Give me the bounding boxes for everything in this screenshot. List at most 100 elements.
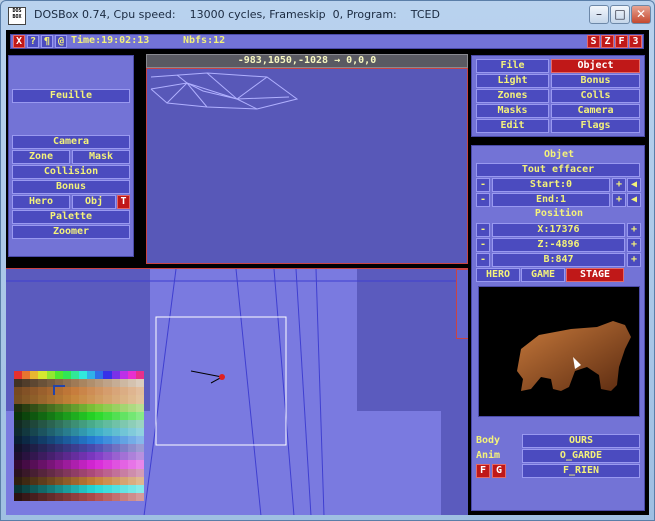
palette-swatch[interactable] xyxy=(22,460,31,469)
palette-swatch[interactable] xyxy=(119,468,128,477)
palette-swatch[interactable] xyxy=(95,468,104,477)
zoomer-button[interactable]: Zoomer xyxy=(12,225,130,239)
palette-swatch[interactable] xyxy=(38,492,47,501)
palette-swatch[interactable] xyxy=(38,379,47,388)
palette-swatch[interactable] xyxy=(111,371,120,380)
palette-swatch[interactable] xyxy=(135,419,144,428)
palette-swatch[interactable] xyxy=(87,427,96,436)
palette-swatch[interactable] xyxy=(119,444,128,453)
palette-swatch[interactable] xyxy=(70,444,79,453)
camera-button[interactable]: Camera xyxy=(12,135,130,149)
palette-swatch[interactable] xyxy=(62,403,71,412)
palette-swatch[interactable] xyxy=(30,411,39,420)
maximize-icon[interactable]: □ xyxy=(610,5,630,24)
palette-swatch[interactable] xyxy=(111,395,120,404)
palette-swatch[interactable] xyxy=(87,476,96,485)
palette-swatch[interactable] xyxy=(119,427,128,436)
palette-swatch[interactable] xyxy=(95,427,104,436)
palette-swatch[interactable] xyxy=(95,444,104,453)
palette-swatch[interactable] xyxy=(38,387,47,396)
palette-swatch[interactable] xyxy=(62,387,71,396)
f-button[interactable]: F xyxy=(615,35,628,48)
palette-swatch[interactable] xyxy=(103,460,112,469)
palette-swatch[interactable] xyxy=(70,371,79,380)
palette-swatch[interactable] xyxy=(54,371,63,380)
palette-swatch[interactable] xyxy=(87,379,96,388)
palette-swatch[interactable] xyxy=(103,403,112,412)
palette-swatch[interactable] xyxy=(79,419,88,428)
palette-swatch[interactable] xyxy=(103,411,112,420)
palette-swatch[interactable] xyxy=(111,427,120,436)
palette-swatch[interactable] xyxy=(119,460,128,469)
mask-button[interactable]: Mask xyxy=(72,150,130,164)
palette-swatch[interactable] xyxy=(87,419,96,428)
g-flag-button[interactable]: G xyxy=(492,464,506,478)
obj-button[interactable]: Obj xyxy=(72,195,116,209)
palette-swatch[interactable] xyxy=(70,395,79,404)
collision-button[interactable]: Collision xyxy=(12,165,130,179)
palette-swatch[interactable] xyxy=(22,371,31,380)
palette-swatch[interactable] xyxy=(127,411,136,420)
palette-swatch[interactable] xyxy=(79,460,88,469)
end-increment[interactable]: + xyxy=(612,193,626,207)
palette-swatch[interactable] xyxy=(54,403,63,412)
help-icon[interactable]: ? xyxy=(27,35,39,48)
palette-swatch[interactable] xyxy=(119,484,128,493)
clear-all-button[interactable]: Tout effacer xyxy=(476,163,640,177)
palette-swatch[interactable] xyxy=(14,395,23,404)
palette-swatch[interactable] xyxy=(95,436,104,445)
palette-swatch[interactable] xyxy=(111,379,120,388)
b-value[interactable]: B:847 xyxy=(492,253,625,267)
palette-swatch[interactable] xyxy=(95,395,104,404)
palette-swatch[interactable] xyxy=(95,419,104,428)
title-bar[interactable]: DOS BOX DOSBox 0.74, Cpu speed: 13000 cy… xyxy=(0,0,655,30)
palette-swatch[interactable] xyxy=(14,379,23,388)
palette-swatch[interactable] xyxy=(46,460,55,469)
f-flag-button[interactable]: F xyxy=(476,464,490,478)
palette-swatch[interactable] xyxy=(38,427,47,436)
palette-swatch[interactable] xyxy=(103,484,112,493)
palette-swatch[interactable] xyxy=(38,444,47,453)
x-increment[interactable]: + xyxy=(627,223,641,237)
palette-swatch[interactable] xyxy=(46,492,55,501)
anim-value[interactable]: O_GARDE xyxy=(522,449,640,463)
palette-swatch[interactable] xyxy=(87,492,96,501)
colls-tab[interactable]: Colls xyxy=(551,89,640,103)
palette-swatch[interactable] xyxy=(30,371,39,380)
palette-swatch[interactable] xyxy=(119,395,128,404)
x-decrement[interactable]: - xyxy=(476,223,490,237)
paragraph-icon[interactable]: ¶ xyxy=(41,35,53,48)
palette-swatch[interactable] xyxy=(111,452,120,461)
palette-swatch[interactable] xyxy=(79,484,88,493)
palette-swatch[interactable] xyxy=(14,436,23,445)
end-play-icon[interactable]: ◀ xyxy=(627,193,641,207)
palette-swatch[interactable] xyxy=(127,484,136,493)
palette-swatch[interactable] xyxy=(135,403,144,412)
palette-swatch[interactable] xyxy=(87,460,96,469)
palette-swatch[interactable] xyxy=(103,371,112,380)
palette-swatch[interactable] xyxy=(46,484,55,493)
palette-swatch[interactable] xyxy=(70,387,79,396)
quit-icon[interactable]: X xyxy=(13,35,25,48)
palette-swatch[interactable] xyxy=(22,419,31,428)
palette-swatch[interactable] xyxy=(38,371,47,380)
palette-swatch[interactable] xyxy=(46,444,55,453)
palette-swatch[interactable] xyxy=(54,411,63,420)
palette-swatch[interactable] xyxy=(38,476,47,485)
palette-swatch[interactable] xyxy=(62,468,71,477)
palette-swatch[interactable] xyxy=(79,395,88,404)
palette-swatch[interactable] xyxy=(14,476,23,485)
palette-swatch[interactable] xyxy=(62,452,71,461)
palette-swatch[interactable] xyxy=(79,379,88,388)
palette-swatch[interactable] xyxy=(79,411,88,420)
object-tab[interactable]: Object xyxy=(551,59,640,73)
palette-swatch[interactable] xyxy=(70,436,79,445)
palette-swatch[interactable] xyxy=(70,484,79,493)
z-value[interactable]: Z:-4896 xyxy=(492,238,625,252)
color-palette[interactable] xyxy=(14,371,144,501)
palette-swatch[interactable] xyxy=(135,411,144,420)
palette-swatch[interactable] xyxy=(14,419,23,428)
palette-swatch[interactable] xyxy=(62,379,71,388)
palette-swatch[interactable] xyxy=(38,452,47,461)
palette-swatch[interactable] xyxy=(87,411,96,420)
